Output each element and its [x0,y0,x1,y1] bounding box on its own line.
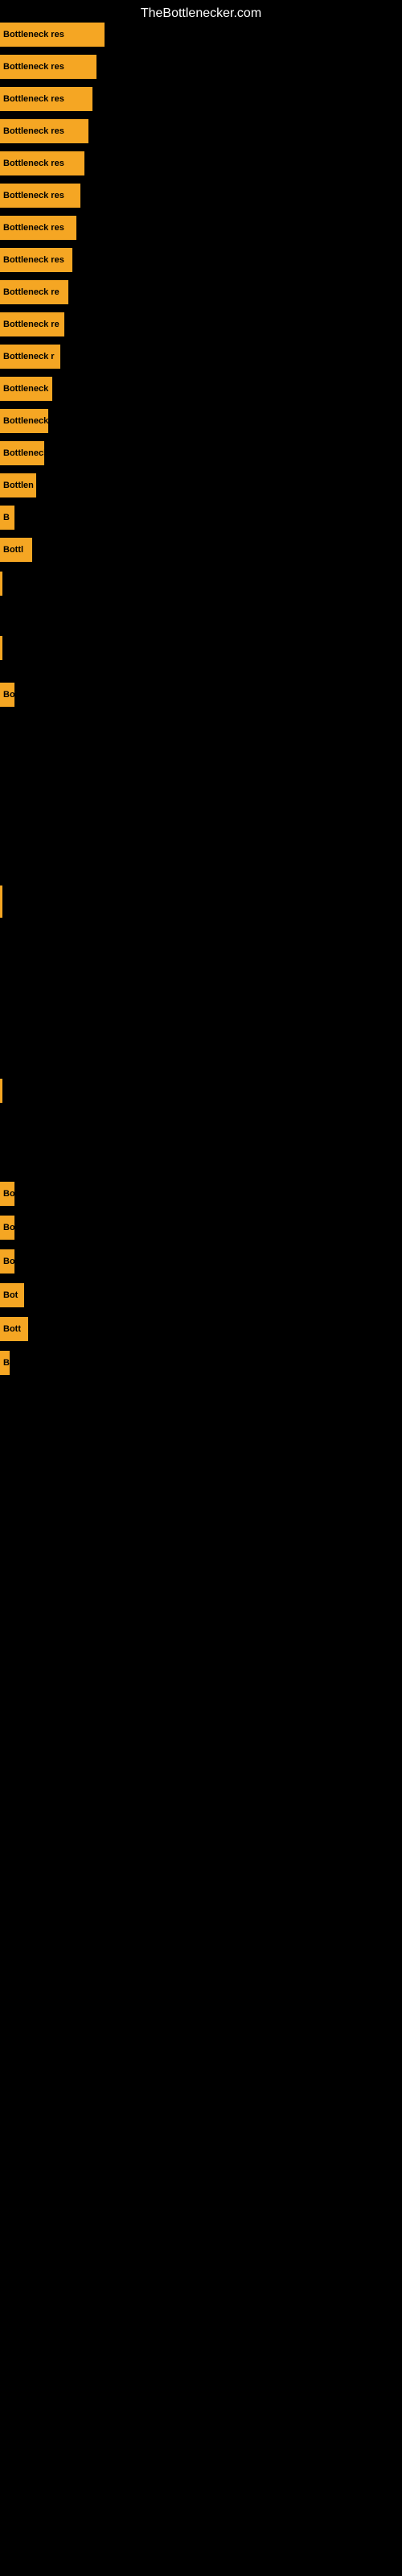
bar-label-23: Bo [3,1223,14,1232]
bar-label-15: B [3,513,10,522]
bar-label-3: Bottleneck res [3,126,64,136]
bar-row-1: Bottleneck res [0,55,96,79]
bar-label-7: Bottleneck res [3,255,64,265]
bar-row-0: Bottleneck res [0,23,105,47]
bottleneck-bar-1: Bottleneck res [0,55,96,79]
bar-label-8: Bottleneck re [3,287,59,297]
bar-label-1: Bottleneck res [3,62,64,72]
bar-row-26: Bott [0,1317,28,1341]
bottleneck-bar-0: Bottleneck res [0,23,105,47]
bottleneck-bar-26: Bott [0,1317,28,1341]
bottleneck-bar-16: Bottl [0,538,32,562]
bar-label-22: Bo [3,1189,14,1199]
bar-label-14: Bottlen [3,481,34,490]
bar-row-10: Bottleneck r [0,345,60,369]
bar-label-5: Bottleneck res [3,191,64,200]
bar-label-9: Bottleneck re [3,320,59,329]
bar-row-7: Bottleneck res [0,248,72,272]
bottleneck-bar-24: Bo [0,1249,14,1274]
bar-row-6: Bottleneck res [0,216,76,240]
bottleneck-bar-13: Bottleneck [0,441,44,465]
bar-label-16: Bottl [3,545,23,555]
bottleneck-bar-27: B [0,1351,10,1375]
bar-row-27: B [0,1351,10,1375]
bar-row-9: Bottleneck re [0,312,64,336]
bar-label-24: Bo [3,1257,14,1266]
bottleneck-bar-14: Bottlen [0,473,36,497]
bar-label-25: Bot [3,1290,18,1300]
bottleneck-bar-22: Bo [0,1182,14,1206]
bar-label-0: Bottleneck res [3,30,64,39]
bottleneck-bar-23: Bo [0,1216,14,1240]
bar-row-19: Bo [0,683,14,707]
bar-row-12: Bottleneck r [0,409,48,433]
bar-row-25: Bot [0,1283,24,1307]
bottleneck-bar-17 [0,572,2,596]
bottleneck-bar-7: Bottleneck res [0,248,72,272]
bar-row-8: Bottleneck re [0,280,68,304]
bar-label-26: Bott [3,1324,21,1334]
bar-label-27: B [3,1358,10,1368]
bar-label-6: Bottleneck res [3,223,64,233]
bar-row-13: Bottleneck [0,441,44,465]
bar-row-4: Bottleneck res [0,151,84,175]
bar-row-24: Bo [0,1249,14,1274]
bar-row-3: Bottleneck res [0,119,88,143]
bottleneck-bar-10: Bottleneck r [0,345,60,369]
bottleneck-bar-9: Bottleneck re [0,312,64,336]
bottleneck-bar-8: Bottleneck re [0,280,68,304]
bar-row-23: Bo [0,1216,14,1240]
bottleneck-bar-3: Bottleneck res [0,119,88,143]
bottleneck-bar-20 [0,886,2,918]
bar-row-22: Bo [0,1182,14,1206]
bar-label-4: Bottleneck res [3,159,64,168]
bottleneck-bar-6: Bottleneck res [0,216,76,240]
bar-row-5: Bottleneck res [0,184,80,208]
bottleneck-bar-4: Bottleneck res [0,151,84,175]
bottleneck-bar-2: Bottleneck res [0,87,92,111]
bottleneck-bar-15: B [0,506,14,530]
bar-label-11: Bottleneck [3,384,48,394]
bottleneck-bar-25: Bot [0,1283,24,1307]
bar-label-12: Bottleneck r [3,416,48,426]
bar-label-13: Bottleneck [3,448,44,458]
bottleneck-bar-12: Bottleneck r [0,409,48,433]
bar-row-14: Bottlen [0,473,36,497]
bar-label-19: Bo [3,690,14,700]
bar-row-16: Bottl [0,538,32,562]
bottleneck-bar-5: Bottleneck res [0,184,80,208]
bottleneck-bar-19: Bo [0,683,14,707]
bar-label-10: Bottleneck r [3,352,55,361]
bottleneck-bar-21 [0,1079,2,1103]
bar-row-11: Bottleneck [0,377,52,401]
bar-row-2: Bottleneck res [0,87,92,111]
bar-label-2: Bottleneck res [3,94,64,104]
bottleneck-bar-18 [0,636,2,660]
bar-row-15: B [0,506,14,530]
bottleneck-bar-11: Bottleneck [0,377,52,401]
